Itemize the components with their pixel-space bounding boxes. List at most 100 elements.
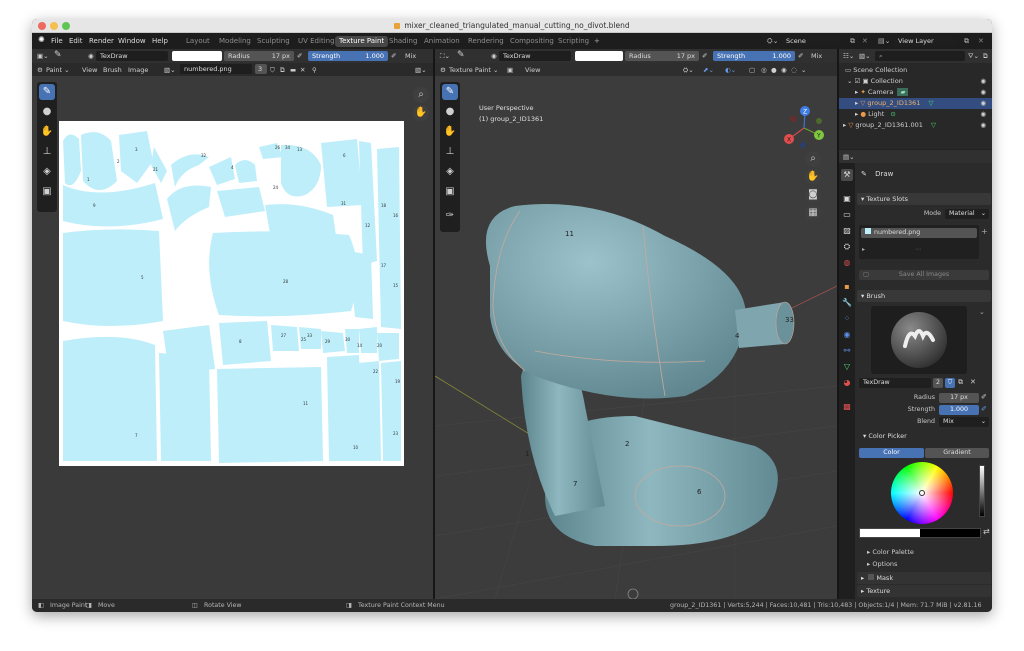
workspace-tab-rendering[interactable]: Rendering [464,36,508,47]
viewport-canvas[interactable]: 11 4 33 2 1 6 7 [435,76,837,599]
image-name-field[interactable]: numbered.png [180,64,252,74]
draw-tool-icon[interactable]: ✎ [442,84,458,100]
blend-mode-dropdown[interactable]: Mix [405,52,416,60]
view-layer-icon[interactable]: ▤⌄ [878,37,890,45]
shading-rendered-icon[interactable]: ◌ [791,66,797,74]
color-wheel[interactable] [891,462,953,524]
radius-field[interactable]: Radius 17 px [224,51,294,61]
brush-panel-header[interactable]: ▾ Brush [857,290,991,302]
annotate-tool-icon[interactable]: ✑ [442,208,458,224]
editor-type-icon[interactable]: ▣⌄ [37,52,49,60]
pan-hand-icon[interactable]: ✋ [805,169,821,185]
blend-dropdown[interactable]: Mix ⌄ [939,417,989,427]
brush-color-swatch[interactable] [575,51,623,61]
add-slot-icon[interactable]: + [981,227,988,236]
mask-toggle-icon[interactable]: ▣ [507,66,513,74]
show-gizmo-icon[interactable]: ⬈⌄ [703,66,714,74]
outliner-row-collection[interactable]: ⌄ ☑ ▣ Collection ◉ [839,76,992,87]
draw-brush-icon[interactable]: ✎ [457,50,465,60]
xray-icon[interactable]: ▢ [749,66,755,74]
strength-pressure-icon[interactable]: ✐ [798,52,803,60]
visibility-eye-icon[interactable]: ◉ [980,109,986,120]
color-swatch-pair[interactable] [859,528,981,538]
new-scene-icon[interactable]: ⧉ [850,37,855,46]
tab-scene-icon[interactable]: ⛭ [841,241,853,253]
zoom-icon[interactable]: ⌕ [805,151,821,167]
swap-colors-icon[interactable]: ⇄ [983,527,990,536]
gradient-tab[interactable]: Gradient [925,448,989,458]
workspace-tab-texture-paint[interactable]: Texture Paint [335,36,389,47]
radius-pressure-icon[interactable]: ✐ [297,52,302,60]
radius-pressure-icon[interactable]: ✐ [702,52,707,60]
menu-edit[interactable]: Edit [69,37,83,45]
clone-tool-icon[interactable]: ⊥ [39,144,55,160]
menu-image[interactable]: Image [128,66,148,74]
add-workspace-button[interactable]: + [590,36,604,47]
expand-arrow-icon[interactable]: ⌄ [847,77,852,85]
clone-tool-icon[interactable]: ⊥ [442,144,458,160]
shading-material-icon[interactable]: ◉ [781,66,787,74]
overlays-icon[interactable]: ◐⌄ [725,66,736,74]
texture-slots-panel-header[interactable]: ▾ Texture Slots [857,193,991,205]
brush-presets-icon[interactable]: ⌄ [979,308,985,316]
display-channels-icon[interactable]: ▧⌄ [415,66,427,74]
outliner-row-group-2-id1361[interactable]: ▸ ▽ group_2_ID1361 ▽ ◉ [839,98,992,109]
smear-tool-icon[interactable]: ✋ [442,124,458,140]
strength-field[interactable]: Strength 1.000 [713,51,795,61]
draw-tool-icon[interactable]: ✎ [39,84,55,100]
tab-material-icon[interactable]: ◕ [841,377,853,389]
delete-view-layer-icon[interactable]: ✕ [978,37,984,45]
brush-name-field[interactable]: TexDraw [859,378,931,388]
color-wheel-cursor[interactable] [919,490,925,496]
color-palette-subpanel[interactable]: ▸ Color Palette [867,548,914,556]
pin-icon[interactable]: ⚲ [312,66,317,74]
editor-type-icon[interactable]: ⛶⌄ [440,52,450,61]
radius-field[interactable]: 17 px [939,393,979,403]
menu-view[interactable]: View [525,66,540,74]
workspace-tab-animation[interactable]: Animation [420,36,464,47]
collapse-arrow-icon[interactable]: ▸ [855,110,858,118]
shading-wireframe-icon[interactable]: ◎ [761,66,767,74]
view-layer-selector[interactable]: View Layer [894,36,958,46]
menu-view[interactable]: View [82,66,97,74]
brush-color-swatch[interactable] [172,51,222,61]
open-image-folder-icon[interactable]: ▬ [290,66,296,74]
strength-field[interactable]: 1.000 [939,405,979,415]
color-tab[interactable]: Color [859,448,924,458]
collapse-arrow-icon[interactable]: ▸ [855,88,858,96]
mask-tool-icon[interactable]: ▣ [39,184,55,200]
mask-panel-header[interactable]: ▸ Mask [857,572,991,584]
brush-name-field[interactable]: TexDraw [96,51,168,61]
tab-physics-icon[interactable]: ◉ [841,329,853,341]
menu-help[interactable]: Help [152,37,168,45]
navigation-gizmo[interactable]: X Y Z [779,105,829,151]
shading-solid-icon[interactable]: ● [771,66,777,74]
tab-texture-icon[interactable]: ▩ [841,401,853,413]
visibility-eye-icon[interactable]: ◉ [980,98,986,109]
blender-logo-icon[interactable]: ✺ [38,35,45,44]
visibility-eye-icon[interactable]: ◉ [980,76,986,87]
fake-user-shield-icon[interactable]: ⛉ [270,66,275,75]
strength-field[interactable]: Strength 1.000 [308,51,388,61]
workspace-tab-shading[interactable]: Shading [385,36,421,47]
outliner-search-input[interactable]: ⌕ [875,51,965,61]
smear-tool-icon[interactable]: ✋ [39,124,55,140]
collapse-arrow-icon[interactable]: ▸ [855,99,858,107]
slot-mode-dropdown[interactable]: Material ⌄ [945,209,989,219]
orthographic-grid-icon[interactable]: ▦ [805,205,821,221]
radius-field[interactable]: Radius 17 px [625,51,699,61]
soften-tool-icon[interactable]: ● [442,104,458,120]
viewport-area[interactable]: ⛶⌄ ✎ ◉ TexDraw Radius 17 px ✐ Strength 1.0… [435,49,837,599]
menu-window[interactable]: Window [118,37,146,45]
new-view-layer-icon[interactable]: ⧉ [964,37,969,46]
tab-render-icon[interactable]: ▣ [841,193,853,205]
fill-tool-icon[interactable]: ◈ [442,164,458,180]
save-all-images-button[interactable]: ▢ Save All Images [859,270,989,280]
brush-preview[interactable] [871,306,967,374]
image-users-count[interactable]: 3 [255,64,267,74]
tab-world-icon[interactable]: ◍ [841,257,853,269]
mask-tool-icon[interactable]: ▣ [442,184,458,200]
blend-mode-dropdown[interactable]: Mix [811,52,822,60]
properties-type-icon[interactable]: ▤⌄ [843,153,855,161]
brush-browse-icon[interactable]: ◉ [491,52,497,60]
